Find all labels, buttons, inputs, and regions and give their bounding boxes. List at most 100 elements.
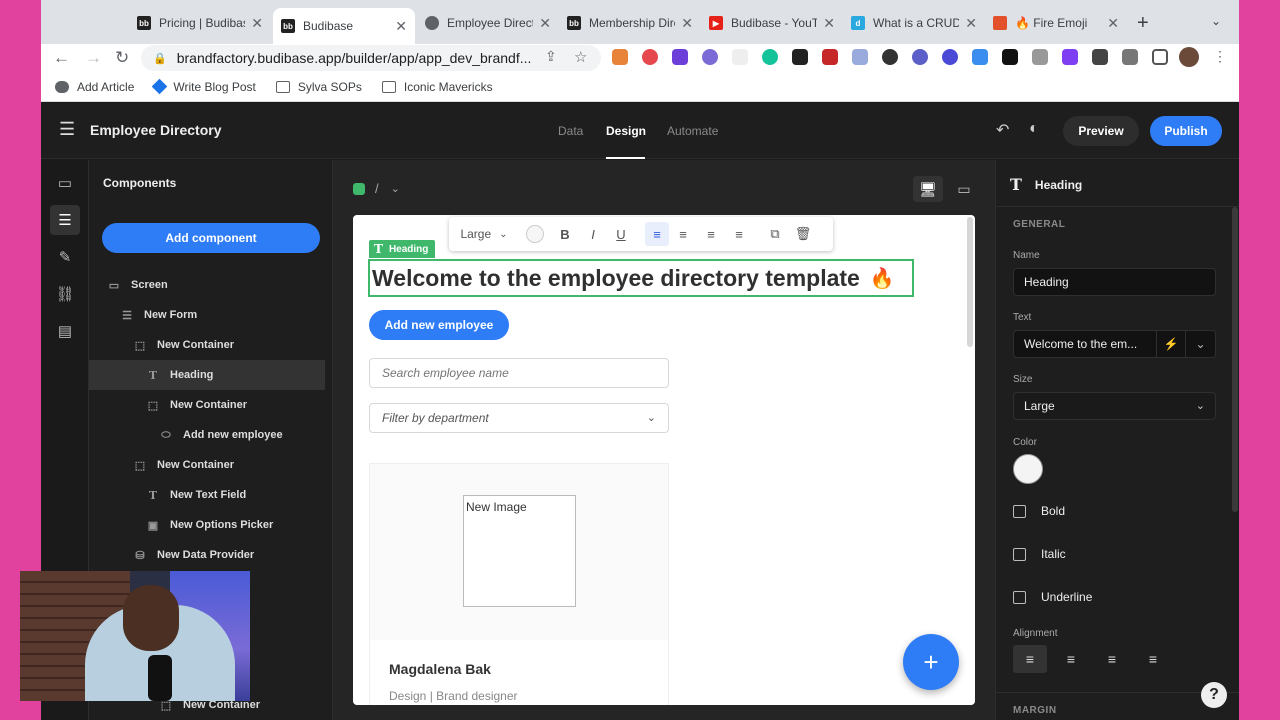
chevron-down-icon[interactable]: ⌄ bbox=[1211, 14, 1221, 28]
browser-tab-budibase[interactable]: bb Budibase ✕ bbox=[273, 8, 415, 44]
add-component-button[interactable]: Add component bbox=[102, 223, 320, 253]
italic-checkbox[interactable]: Italic bbox=[1013, 547, 1066, 561]
close-tab-icon[interactable]: ✕ bbox=[1107, 15, 1119, 32]
underline-checkbox[interactable]: Underline bbox=[1013, 590, 1092, 604]
extension-icon[interactable] bbox=[702, 49, 718, 65]
bold-checkbox[interactable]: Bold bbox=[1013, 504, 1065, 518]
more-menu-icon[interactable]: ⋮ bbox=[1213, 48, 1227, 65]
extension-icon[interactable] bbox=[672, 49, 688, 65]
align-justify-icon[interactable]: ≡ bbox=[725, 227, 753, 242]
url-field[interactable]: 🔒 brandfactory.budibase.app/builder/app/… bbox=[141, 45, 601, 71]
tree-item-add-new-employee[interactable]: ⬭ Add new employee bbox=[89, 420, 325, 450]
new-tab-icon[interactable]: + bbox=[1137, 12, 1149, 35]
close-tab-icon[interactable]: ✕ bbox=[539, 15, 551, 32]
reload-icon[interactable]: ↻ bbox=[115, 48, 129, 68]
bookmark-iconic-mavericks[interactable]: Iconic Mavericks bbox=[381, 80, 493, 94]
extension-icon[interactable] bbox=[612, 49, 628, 65]
globe-icon[interactable]: ◐ bbox=[1029, 120, 1039, 138]
table-icon[interactable]: ▤ bbox=[50, 316, 80, 346]
bookmark-sylva-sops[interactable]: Sylva SOPs bbox=[275, 80, 362, 94]
close-tab-icon[interactable]: ✕ bbox=[965, 15, 977, 32]
avatar[interactable] bbox=[1179, 47, 1199, 67]
desktop-icon[interactable]: 🖥 bbox=[913, 176, 943, 202]
hamburger-menu-icon[interactable]: ☰ bbox=[59, 119, 75, 140]
extension-icon[interactable] bbox=[762, 49, 778, 65]
breadcrumb[interactable]: / ⌄ bbox=[353, 181, 400, 196]
link-icon[interactable]: ⛓ bbox=[50, 279, 80, 309]
extension-icon[interactable] bbox=[642, 49, 658, 65]
chevron-down-icon[interactable]: ⌄ bbox=[1186, 331, 1215, 357]
duplicate-icon[interactable]: ⧉ bbox=[761, 226, 789, 242]
align-justify-icon[interactable]: ≡ bbox=[1136, 645, 1170, 673]
settings-scrollbar[interactable] bbox=[1232, 207, 1238, 512]
close-tab-icon[interactable]: ✕ bbox=[251, 15, 263, 32]
browser-tab-employee-directory[interactable]: Employee Directory ✕ bbox=[417, 8, 559, 38]
tree-item-screen[interactable]: ▭ Screen bbox=[89, 270, 325, 300]
back-icon[interactable]: ← bbox=[53, 48, 70, 68]
tab-design[interactable]: Design bbox=[606, 124, 646, 138]
employee-card[interactable]: New Image Magdalena Bak Design | Brand d… bbox=[369, 463, 669, 705]
extension-icon[interactable] bbox=[792, 49, 808, 65]
extension-icon[interactable] bbox=[1062, 49, 1078, 65]
brush-icon[interactable]: ✎ bbox=[50, 242, 80, 272]
color-picker[interactable] bbox=[519, 225, 551, 243]
tree-item-new-container[interactable]: ⬚ New Container bbox=[89, 330, 325, 360]
tree-item-new-form[interactable]: ☰ New Form bbox=[89, 300, 325, 330]
extension-icon[interactable] bbox=[1002, 49, 1018, 65]
tree-item-heading[interactable]: T Heading bbox=[89, 360, 325, 390]
bookmark-add-article[interactable]: Add Article bbox=[55, 80, 134, 94]
browser-tab-youtube[interactable]: ▶ Budibase - YouTube ✕ bbox=[701, 8, 843, 38]
tablet-icon[interactable]: ▭ bbox=[949, 176, 979, 202]
name-field[interactable]: Heading bbox=[1013, 268, 1216, 296]
tree-item-new-container[interactable]: ⬚ New Container bbox=[89, 450, 325, 480]
close-tab-icon[interactable]: ✕ bbox=[681, 15, 693, 32]
browser-tab-crud[interactable]: d What is a CRUD ✕ bbox=[843, 8, 985, 38]
extension-icon[interactable] bbox=[1092, 49, 1108, 65]
tree-item-new-text-field[interactable]: T New Text Field bbox=[89, 480, 325, 510]
browser-tab-pricing[interactable]: bb Pricing | Budibase ✕ bbox=[129, 8, 271, 38]
publish-button[interactable]: Publish bbox=[1150, 116, 1222, 146]
search-input[interactable] bbox=[369, 358, 669, 388]
tab-data[interactable]: Data bbox=[558, 124, 583, 138]
preview-button[interactable]: Preview bbox=[1063, 116, 1139, 146]
add-fab-button[interactable]: + bbox=[903, 634, 959, 690]
align-center-icon[interactable]: ≡ bbox=[669, 227, 697, 242]
extension-icon[interactable] bbox=[912, 49, 928, 65]
tree-item-new-options-picker[interactable]: ▣ New Options Picker bbox=[89, 510, 325, 540]
tree-item-new-data-provider[interactable]: ⛁ New Data Provider bbox=[89, 540, 325, 570]
bookmark-write-blog-post[interactable]: Write Blog Post bbox=[152, 78, 256, 95]
text-field[interactable]: Welcome to the em... ⚡ ⌄ bbox=[1013, 330, 1216, 358]
extension-icon[interactable] bbox=[882, 49, 898, 65]
size-select[interactable]: Large ⌄ bbox=[1013, 392, 1216, 420]
help-icon[interactable]: ? bbox=[1201, 682, 1227, 708]
align-center-icon[interactable]: ≡ bbox=[1054, 645, 1088, 673]
tab-automate[interactable]: Automate bbox=[667, 124, 718, 138]
bold-button[interactable]: B bbox=[551, 227, 579, 242]
screens-icon[interactable]: ▭ bbox=[50, 168, 80, 198]
share-icon[interactable]: ⇪ bbox=[545, 48, 557, 65]
align-left-icon[interactable]: ≡ bbox=[1013, 645, 1047, 673]
extension-icon[interactable] bbox=[942, 49, 958, 65]
extension-icon[interactable] bbox=[732, 49, 748, 65]
align-right-icon[interactable]: ≡ bbox=[697, 227, 725, 242]
close-tab-icon[interactable]: ✕ bbox=[395, 18, 407, 35]
underline-button[interactable]: U bbox=[607, 227, 635, 242]
lightning-binding-icon[interactable]: ⚡ bbox=[1157, 331, 1187, 357]
align-right-icon[interactable]: ≡ bbox=[1095, 645, 1129, 673]
browser-tab-membership[interactable]: bb Membership Directory ✕ bbox=[559, 8, 701, 38]
department-filter-select[interactable]: Filter by department ⌄ bbox=[369, 403, 669, 433]
size-dropdown[interactable]: Large ⌄ bbox=[449, 227, 519, 241]
sidebar-icon[interactable] bbox=[1152, 49, 1168, 65]
extension-icon[interactable] bbox=[822, 49, 838, 65]
extension-icon[interactable] bbox=[852, 49, 868, 65]
add-new-employee-button[interactable]: Add new employee bbox=[369, 310, 509, 340]
close-tab-icon[interactable]: ✕ bbox=[823, 15, 835, 32]
browser-tab-fire-emoji[interactable]: 🔥 Fire Emoji ✕ bbox=[985, 8, 1127, 38]
heading-component[interactable]: Welcome to the employee directory templa… bbox=[368, 259, 914, 297]
extension-icon[interactable] bbox=[972, 49, 988, 65]
tree-item-new-container[interactable]: ⬚ New Container bbox=[89, 390, 325, 420]
undo-icon[interactable]: ↶ bbox=[996, 120, 1009, 140]
components-list-icon[interactable]: ☰ bbox=[50, 205, 80, 235]
forward-icon[interactable]: → bbox=[85, 48, 102, 68]
trash-icon[interactable]: 🗑 bbox=[789, 226, 817, 242]
